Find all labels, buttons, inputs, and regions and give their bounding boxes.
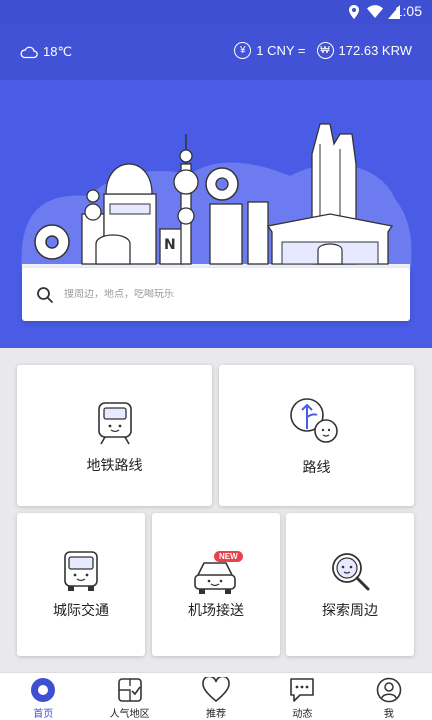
tab-home-label: 首页 xyxy=(33,709,54,720)
subway-route-label: 地铁路线 xyxy=(86,458,143,474)
status-bar: 1:05 xyxy=(0,0,432,24)
new-badge-text: NEW xyxy=(219,552,238,561)
tab-popular-areas-label: 人气地区 xyxy=(109,709,150,720)
subway-icon xyxy=(98,402,132,445)
intercity-card[interactable]: 城际交通 xyxy=(17,513,145,656)
clock: 1:05 xyxy=(394,3,422,19)
intercity-label: 城际交通 xyxy=(53,603,109,619)
route-card[interactable]: 路线 xyxy=(219,365,414,506)
airport-transfer-card[interactable]: NEW 机场接送 xyxy=(152,513,280,656)
magnifier-icon xyxy=(332,553,370,591)
route-icon xyxy=(290,398,338,443)
tab-feed-label: 动态 xyxy=(292,709,313,720)
tab-popular-areas[interactable]: 人气地区 xyxy=(86,673,172,720)
hero-banner: 18℃ ¥ 1 CNY = ₩ 172.63 KRW N xyxy=(0,24,432,348)
map-icon xyxy=(117,678,142,702)
bottom-tab-bar: 首页 人气地区 推荐 动态 我 xyxy=(0,672,432,720)
new-badge: NEW xyxy=(214,551,243,562)
route-label: 路线 xyxy=(302,460,331,476)
explore-nearby-card[interactable]: 探索周边 xyxy=(286,513,414,656)
user-icon xyxy=(376,677,402,703)
won-icon: ₩ xyxy=(316,42,334,59)
airport-transfer-label: 机场接送 xyxy=(188,603,244,619)
home-icon xyxy=(31,678,56,702)
heart-icon xyxy=(202,677,230,703)
tab-recommend[interactable]: 推荐 xyxy=(173,673,259,720)
bus-icon xyxy=(64,551,98,591)
search-bar[interactable] xyxy=(22,268,410,321)
info-bar: 18℃ ¥ 1 CNY = ₩ 172.63 KRW xyxy=(0,24,432,80)
tab-home[interactable]: 首页 xyxy=(0,673,86,720)
city-illustration: N xyxy=(21,123,412,279)
car-icon xyxy=(194,562,236,594)
search-input[interactable] xyxy=(64,289,364,300)
search-icon xyxy=(37,286,53,303)
exchange-rate[interactable]: ¥ 1 CNY = ₩ 172.63 KRW xyxy=(234,42,412,59)
cloud-icon xyxy=(20,46,38,59)
wifi-icon xyxy=(367,5,383,18)
svg-text:N: N xyxy=(164,237,176,253)
tab-me[interactable]: 我 xyxy=(346,673,432,720)
tab-me-label: 我 xyxy=(383,709,394,720)
tab-recommend-label: 推荐 xyxy=(206,709,227,720)
tab-feed[interactable]: 动态 xyxy=(259,673,345,720)
location-icon xyxy=(349,5,359,19)
rate-right: 172.63 KRW xyxy=(338,43,412,58)
chat-icon xyxy=(290,678,315,702)
explore-nearby-label: 探索周边 xyxy=(322,603,378,619)
subway-route-card[interactable]: 地铁路线 xyxy=(17,365,212,506)
yen-icon: ¥ xyxy=(234,42,252,59)
temperature: 18℃ xyxy=(43,44,73,59)
rate-left: 1 CNY = xyxy=(256,43,306,58)
weather[interactable]: 18℃ xyxy=(20,44,72,60)
